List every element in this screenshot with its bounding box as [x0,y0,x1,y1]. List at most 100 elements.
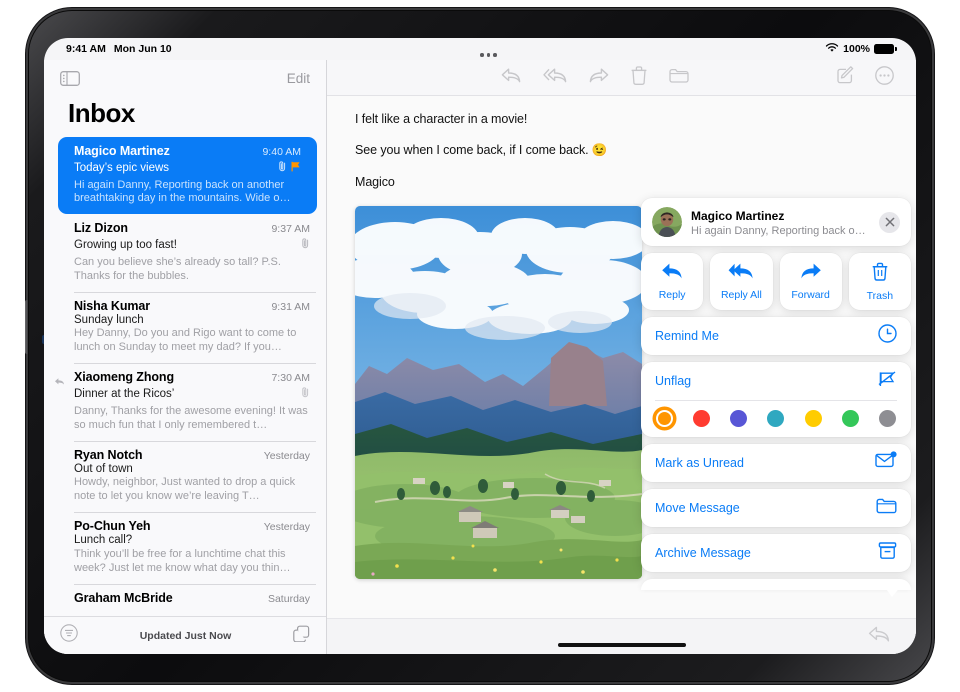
reply-button[interactable]: Reply [641,253,704,310]
flag-swatch-orange[interactable] [656,409,673,427]
close-icon[interactable] [879,211,900,233]
multitask-ellipsis-icon[interactable] [480,53,497,57]
reply-icon[interactable] [868,625,890,648]
message-preview: Danny, Thanks for the awesome evening! I… [74,404,308,431]
folder-icon [876,497,897,519]
inbox-sidebar: Edit Inbox Magico Martinez 9:40 AM Today… [44,60,327,654]
remind-me-row[interactable]: Remind Me [641,317,911,355]
paperclip-icon [301,236,310,254]
page-title: Inbox [68,98,135,128]
new-message-icon[interactable] [293,625,310,647]
message-preview: Can you believe she’s already so tall? P… [74,255,281,282]
mark-unread-label: Mark as Unread [655,455,744,470]
unflag-label: Unflag [655,374,692,388]
list-item[interactable]: Magico Martinez 9:40 AM Today’s epic vie… [58,137,317,215]
message-time: Yesterday [263,449,310,462]
flag-swatch-green[interactable] [841,409,859,427]
popover-header: Magico Martinez Hi again Danny, Reportin… [641,198,911,246]
message-time: 9:40 AM [262,146,301,158]
flag-swatch-purple[interactable] [730,409,748,427]
wifi-icon [825,42,839,56]
message-list[interactable]: Magico Martinez 9:40 AM Today’s epic vie… [44,137,326,616]
forward-icon [800,262,822,285]
mark-unread-row[interactable]: Mark as Unread [641,443,911,482]
flag-swatch-yellow[interactable] [804,409,822,427]
update-status-text: Updated Just Now [139,629,232,642]
flag-swatch-red[interactable] [693,409,711,427]
trash-label: Trash [866,289,894,302]
reply-all-icon [728,262,754,285]
mountain-landscape-photo[interactable] [355,206,642,579]
reply-label: Reply [658,289,686,301]
edit-button[interactable]: Edit [287,71,310,86]
sidebar-bottom-bar: Updated Just Now [44,616,326,654]
message-time: Yesterday [263,521,310,534]
clock-icon [878,324,897,348]
archive-message-label: Archive Message [655,545,751,560]
message-preview: Hi again Danny, Reporting back on anothe… [74,178,291,205]
reply-all-button[interactable]: Reply All [710,253,773,310]
reply-all-label: Reply All [720,289,762,301]
list-item[interactable]: Graham McBride Saturday [44,583,326,616]
reply-all-icon[interactable] [543,67,567,89]
list-item[interactable]: Ryan Notch Yesterday Out of town Howdy, … [44,440,326,512]
message-time: 7:30 AM [271,372,310,385]
more-ellipsis-circle-icon[interactable] [875,65,894,90]
message-sender: Graham McBride [74,590,173,605]
paperclip-icon [278,159,287,177]
message-toolbar [327,60,916,96]
body-paragraph: Magico [355,175,395,189]
forward-icon[interactable] [589,67,609,89]
trash-icon[interactable] [631,65,647,90]
message-preview: Think you’ll be free for a lunchtime cha… [74,547,291,574]
sidebar-toggle-icon[interactable] [60,70,80,86]
popover-tail [884,585,901,597]
envelope-badge-icon [875,451,897,474]
move-message-row[interactable]: Move Message [641,488,911,527]
message-preview: Hey Danny, Do you and Rigo want to come … [74,327,297,354]
list-item[interactable]: Po-Chun Yeh Yesterday Lunch call? Think … [44,512,326,583]
body-paragraph: See you when I come back, if I come back… [355,143,608,157]
message-subject: Lunch call? [74,534,133,547]
message-time: 9:31 AM [271,300,310,313]
list-item[interactable]: Xiaomeng Zhong 7:30 AM Dinner at the Ric… [44,363,326,440]
message-sender: Magico Martinez [74,144,170,158]
popover-next-row-partial[interactable] [641,578,911,590]
reply-icon [661,262,683,285]
archive-message-row[interactable]: Archive Message [641,533,911,572]
message-subject: Dinner at the Ricos’ [74,388,175,401]
status-date: Mon Jun 10 [113,43,172,55]
move-message-label: Move Message [655,500,740,515]
message-subject: Out of town [74,462,133,475]
message-sender: Xiaomeng Zhong [74,370,174,385]
message-bottom-bar [327,618,916,654]
message-time: 9:37 AM [271,223,310,236]
quick-action-row: Reply Reply All Forward Trash [641,253,911,310]
body-paragraph: I felt like a character in a movie! [355,112,528,126]
power-button[interactable] [25,300,28,354]
flag-card: Unflag [641,362,911,437]
battery-full-icon [874,44,897,54]
unflag-row[interactable]: Unflag [641,362,911,400]
replied-indicator-icon [54,373,65,391]
filter-icon[interactable] [60,624,78,647]
compose-icon[interactable] [837,66,855,89]
sender-avatar [652,207,682,237]
forward-label: Forward [791,289,830,301]
flag-slash-icon [877,370,897,393]
message-sender: Nisha Kumar [74,298,151,313]
flag-swatch-teal[interactable] [767,409,785,427]
folder-icon[interactable] [669,67,689,88]
popover-preview-text: Hi again Danny, Reporting back o… [691,225,866,237]
trash-button[interactable]: Trash [848,253,911,310]
message-sender: Po-Chun Yeh [74,519,151,534]
forward-button[interactable]: Forward [779,253,842,310]
flag-swatch-gray[interactable] [878,409,896,427]
message-preview: Howdy, neighbor, Just wanted to drop a q… [74,476,296,503]
message-time: Saturday [267,592,310,605]
list-item[interactable]: Liz Dizon 9:37 AM Growing up too fast! C… [44,214,326,291]
ipad-screen: 9:41 AM Mon Jun 10 100% Edit Inbox Magic… [44,38,916,654]
status-time: 9:41 AM [66,43,106,55]
reply-icon[interactable] [501,67,521,89]
list-item[interactable]: Nisha Kumar 9:31 AM Sunday lunch Hey Dan… [44,291,326,363]
